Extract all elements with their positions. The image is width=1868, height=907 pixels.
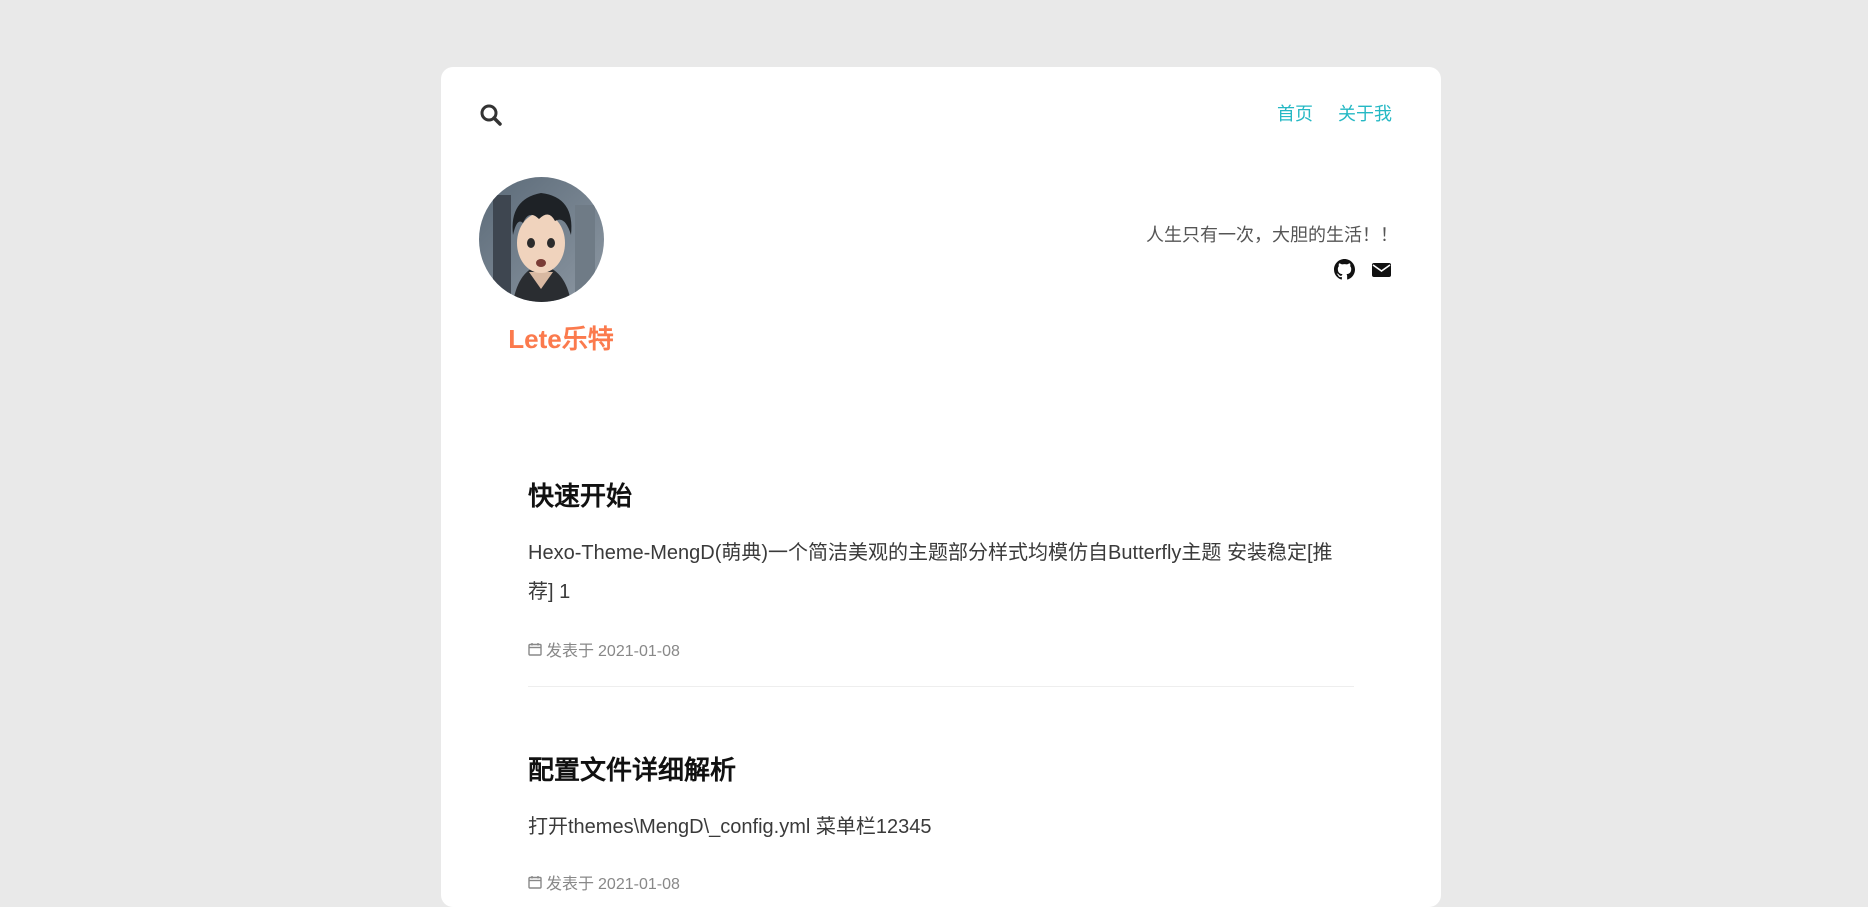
social-links xyxy=(1334,259,1392,280)
post-meta: 发表于 2021-01-08 xyxy=(528,875,680,895)
github-icon[interactable] xyxy=(1334,259,1355,280)
top-nav: 首页 关于我 xyxy=(1277,103,1392,125)
motto: 人生只有一次，大胆的生活！！ xyxy=(1146,225,1398,245)
avatar[interactable] xyxy=(479,177,604,302)
calendar-icon xyxy=(528,875,542,895)
search-icon[interactable] xyxy=(478,102,504,128)
post-date: 2021-01-08 xyxy=(598,643,680,660)
post-meta-label: 发表于 xyxy=(546,643,595,660)
post-divider xyxy=(528,686,1354,687)
post-excerpt: 打开themes\MengD\_config.yml 菜单栏12345 xyxy=(528,816,932,838)
nav-item-home[interactable]: 首页 xyxy=(1277,103,1313,125)
post-title[interactable]: 配置文件详细解析 xyxy=(528,754,736,786)
main-card: 首页 关于我 Lete乐特 人生只有一次，大胆的生活！！ 快速开始 Hexo-T… xyxy=(441,67,1441,907)
post-excerpt: Hexo-Theme-MengD(萌典)一个简洁美观的主题部分样式均模仿自But… xyxy=(528,542,1333,603)
envelope-icon[interactable] xyxy=(1371,259,1392,280)
post-meta-label: 发表于 xyxy=(546,876,595,893)
post-date: 2021-01-08 xyxy=(598,876,680,893)
author-name: Lete乐特 xyxy=(508,324,614,354)
post-title[interactable]: 快速开始 xyxy=(528,480,632,512)
calendar-icon xyxy=(528,642,542,662)
post-meta: 发表于 2021-01-08 xyxy=(528,642,680,662)
nav-item-about[interactable]: 关于我 xyxy=(1338,103,1392,125)
